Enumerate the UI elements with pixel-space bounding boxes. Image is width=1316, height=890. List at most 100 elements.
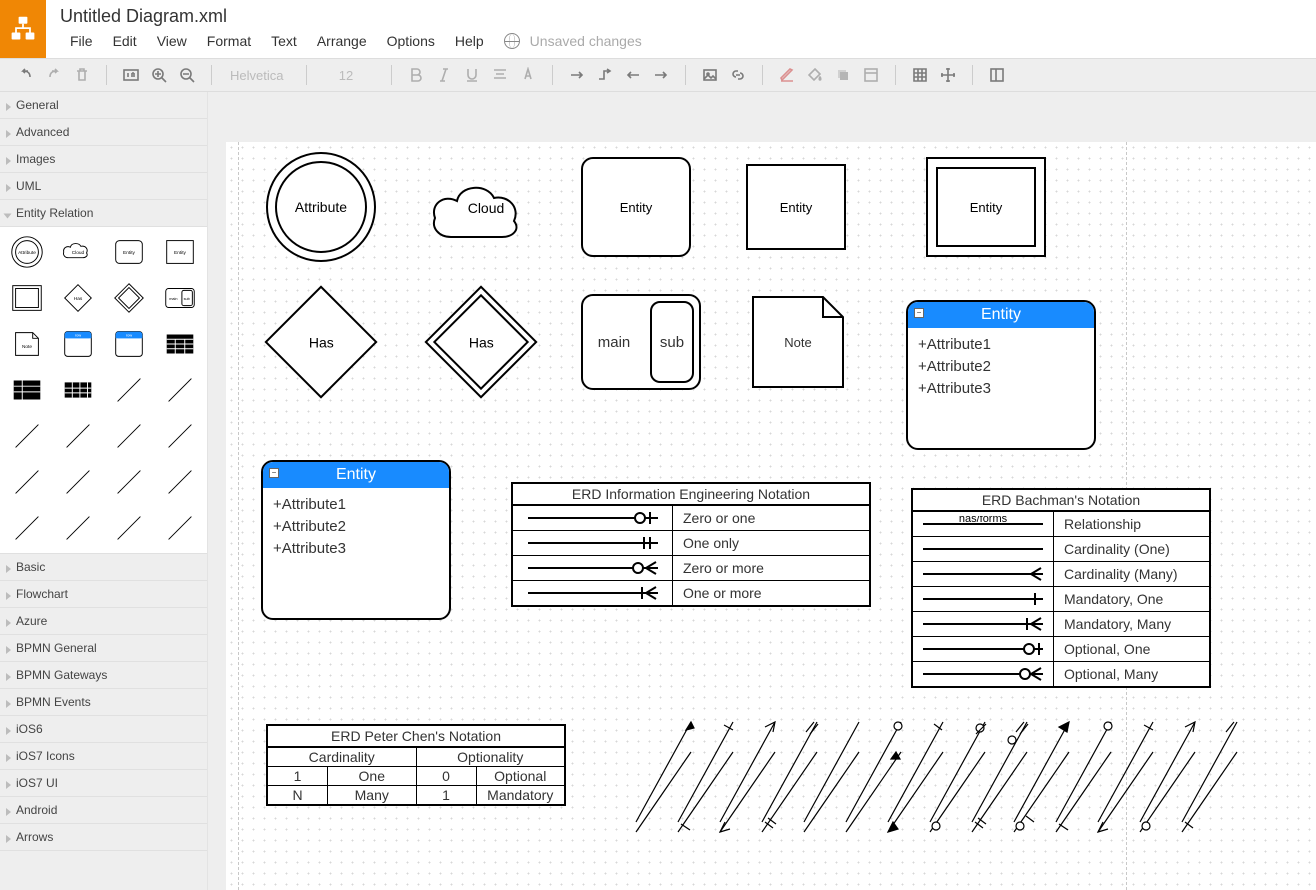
menu-text[interactable]: Text — [261, 31, 307, 51]
undo-button[interactable] — [14, 63, 38, 87]
shape-has-diamond[interactable]: Has — [264, 285, 377, 398]
waypoint-button[interactable] — [593, 63, 617, 87]
shape-has-double-diamond[interactable]: Has — [424, 285, 537, 398]
palette-general[interactable]: General — [0, 92, 207, 119]
outline-button[interactable] — [985, 63, 1009, 87]
menu-view[interactable]: View — [147, 31, 197, 51]
table-chen[interactable]: ERD Peter Chen's Notation CardinalityOpt… — [266, 724, 566, 806]
stencil-line-14[interactable] — [156, 507, 203, 549]
toolbar: Helvetica 12 — [0, 58, 1316, 92]
insert-link-button[interactable] — [726, 63, 750, 87]
palette-azure[interactable]: Azure — [0, 608, 207, 635]
stencil-note[interactable]: Note — [4, 323, 51, 365]
stencil-line-6[interactable] — [156, 415, 203, 457]
palette-flowchart[interactable]: Flowchart — [0, 581, 207, 608]
canvas[interactable]: Attribute Cloud Entity Entity Entity Has… — [226, 142, 1316, 890]
zoom-out-button[interactable] — [175, 63, 199, 87]
stencil-line-13[interactable] — [106, 507, 153, 549]
stencil-line-3[interactable] — [4, 415, 51, 457]
stencil-line-11[interactable] — [4, 507, 51, 549]
line-color-button[interactable] — [775, 63, 799, 87]
menu-help[interactable]: Help — [445, 31, 494, 51]
language-icon[interactable] — [504, 33, 520, 49]
stencil-line-10[interactable] — [156, 461, 203, 503]
palette-advanced[interactable]: Advanced — [0, 119, 207, 146]
insert-image-button[interactable] — [698, 63, 722, 87]
font-size-select[interactable]: 12 — [311, 68, 381, 83]
shape-entity-rect[interactable]: Entity — [746, 164, 846, 250]
collapse-toggle-icon[interactable]: − — [269, 468, 279, 478]
shape-main-sub[interactable]: main sub — [581, 294, 701, 390]
table-bachman[interactable]: ERD Bachman's Notation has/formsRelation… — [911, 488, 1211, 688]
menu-file[interactable]: File — [60, 31, 103, 51]
connection-arrow-button[interactable] — [565, 63, 589, 87]
palette-ios6[interactable]: iOS6 — [0, 716, 207, 743]
shape-cloud[interactable]: Cloud — [421, 162, 551, 255]
shape-entity-card-2[interactable]: −Entity +Attribute1 +Attribute2 +Attribu… — [261, 460, 451, 620]
redo-button[interactable] — [42, 63, 66, 87]
collapse-toggle-icon[interactable]: − — [914, 308, 924, 318]
shadow-button[interactable] — [831, 63, 855, 87]
palette-bpmn-events[interactable]: BPMN Events — [0, 689, 207, 716]
stencil-table-black3[interactable] — [55, 369, 102, 411]
underline-button[interactable] — [460, 63, 484, 87]
palette-images[interactable]: Images — [0, 146, 207, 173]
actual-size-button[interactable] — [119, 63, 143, 87]
line-end-button[interactable] — [649, 63, 673, 87]
guides-button[interactable] — [936, 63, 960, 87]
menu-format[interactable]: Format — [197, 31, 261, 51]
palette-bpmn-gateways[interactable]: BPMN Gateways — [0, 662, 207, 689]
shape-attribute[interactable]: Attribute — [266, 152, 376, 262]
connector-samples[interactable] — [636, 722, 1296, 845]
shape-entity-card-1[interactable]: −Entity +Attribute1 +Attribute2 +Attribu… — [906, 300, 1096, 450]
palette-ios7-ui[interactable]: iOS7 UI — [0, 770, 207, 797]
stencil-line-5[interactable] — [106, 415, 153, 457]
zoom-in-button[interactable] — [147, 63, 171, 87]
italic-button[interactable] — [432, 63, 456, 87]
shape-note[interactable]: Note — [748, 292, 848, 392]
stencil-table-black[interactable] — [156, 323, 203, 365]
stencil-line-4[interactable] — [55, 415, 102, 457]
stencil-line-2[interactable] — [156, 369, 203, 411]
palette-ios7-icons[interactable]: iOS7 Icons — [0, 743, 207, 770]
shape-entity-rounded[interactable]: Entity — [581, 157, 691, 257]
app-logo[interactable] — [0, 0, 46, 58]
menu-edit[interactable]: Edit — [103, 31, 147, 51]
stencil-entity-rounded[interactable]: Entity — [106, 231, 153, 273]
palette-android[interactable]: Android — [0, 797, 207, 824]
palette-arrows[interactable]: Arrows — [0, 824, 207, 851]
font-color-button[interactable] — [516, 63, 540, 87]
shape-entity-double[interactable]: Entity — [926, 157, 1046, 257]
stencil-line-8[interactable] — [55, 461, 102, 503]
container-button[interactable] — [859, 63, 883, 87]
palette-entity-relation[interactable]: Entity Relation — [0, 200, 207, 227]
stencil-line-12[interactable] — [55, 507, 102, 549]
stencil-table-black2[interactable] — [4, 369, 51, 411]
stencil-cloud[interactable]: Cloud — [55, 231, 102, 273]
stencil-line-7[interactable] — [4, 461, 51, 503]
stencil-line-9[interactable] — [106, 461, 153, 503]
menu-arrange[interactable]: Arrange — [307, 31, 377, 51]
palette-basic[interactable]: Basic — [0, 554, 207, 581]
font-family-select[interactable]: Helvetica — [222, 68, 302, 83]
stencil-has-diamond[interactable]: Has — [55, 277, 102, 319]
stencil-has-double-diamond[interactable] — [106, 277, 153, 319]
table-ien[interactable]: ERD Information Engineering Notation Zer… — [511, 482, 871, 607]
bold-button[interactable] — [404, 63, 428, 87]
document-title[interactable]: Untitled Diagram.xml — [60, 6, 642, 27]
stencil-main-sub[interactable]: mainsub — [156, 277, 203, 319]
fill-color-button[interactable] — [803, 63, 827, 87]
line-start-button[interactable] — [621, 63, 645, 87]
stencil-entity-card-blue[interactable]: row — [55, 323, 102, 365]
align-button[interactable] — [488, 63, 512, 87]
palette-bpmn-general[interactable]: BPMN General — [0, 635, 207, 662]
palette-uml[interactable]: UML — [0, 173, 207, 200]
menu-options[interactable]: Options — [377, 31, 445, 51]
stencil-line-1[interactable] — [106, 369, 153, 411]
delete-button[interactable] — [70, 63, 94, 87]
stencil-entity-card-blue2[interactable]: row — [106, 323, 153, 365]
stencil-attribute[interactable]: Attribute — [4, 231, 51, 273]
grid-button[interactable] — [908, 63, 932, 87]
stencil-entity-rect[interactable]: Entity — [156, 231, 203, 273]
stencil-entity-double[interactable] — [4, 277, 51, 319]
